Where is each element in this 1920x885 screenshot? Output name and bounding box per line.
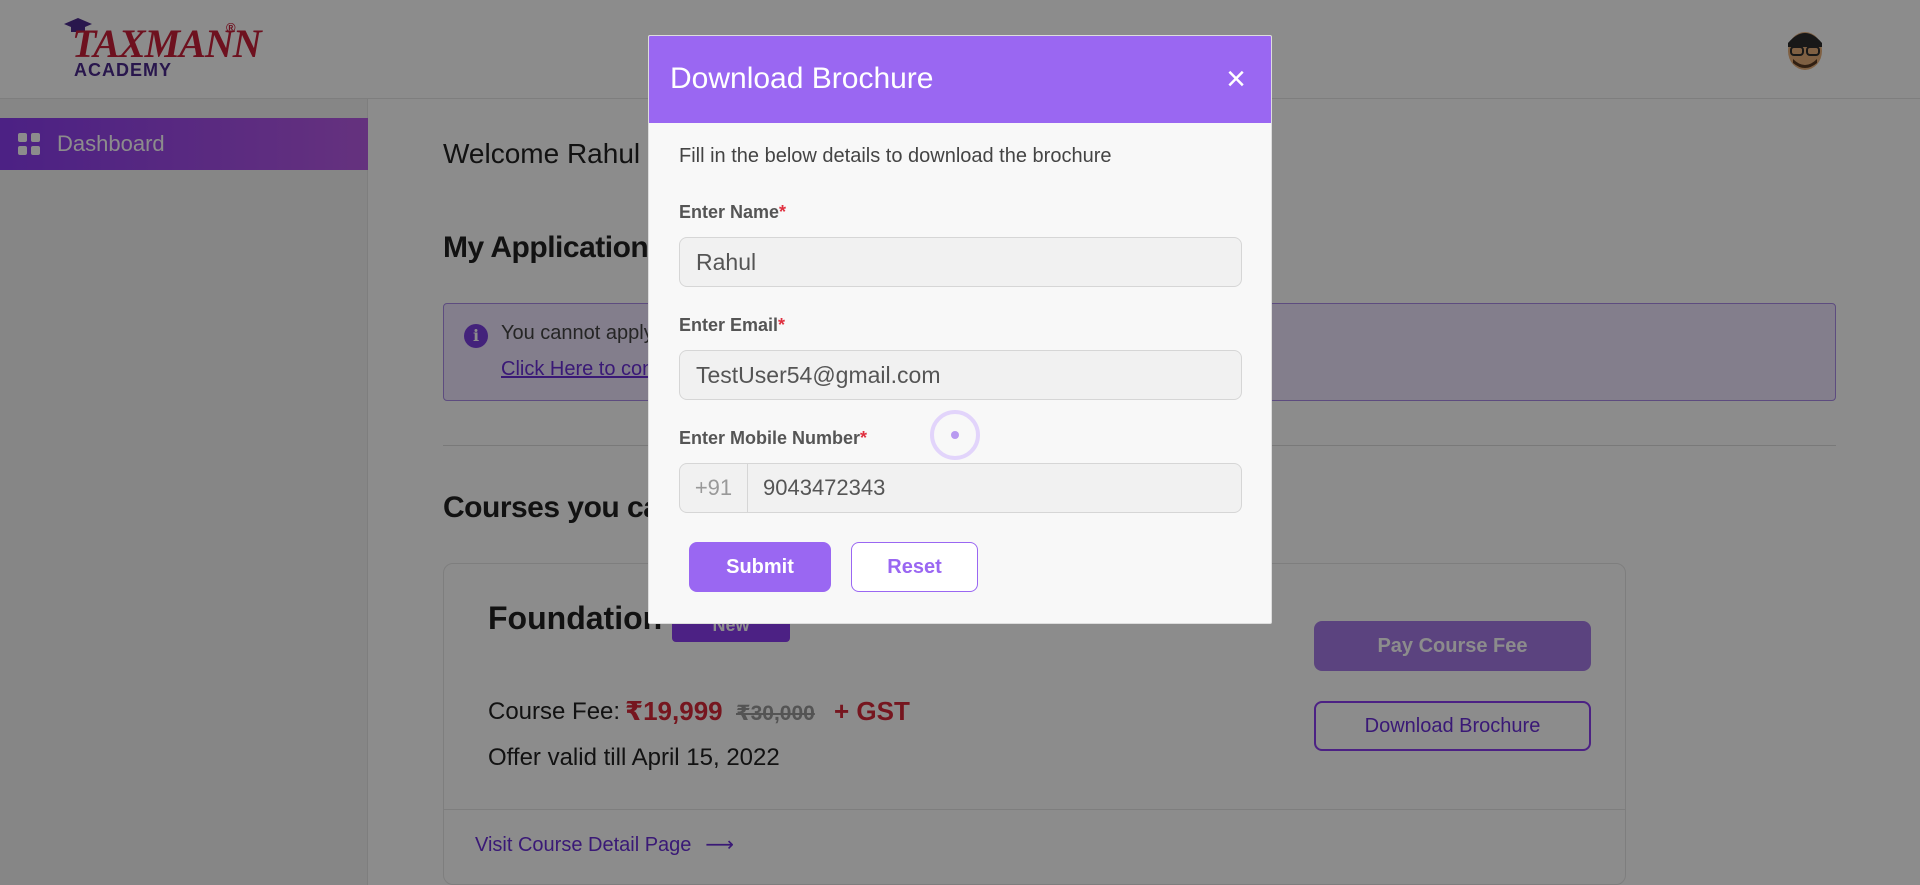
email-field[interactable]: TestUser54@gmail.com	[679, 350, 1242, 400]
mobile-field[interactable]: +91 9043472343	[679, 463, 1242, 513]
mobile-label-text: Enter Mobile Number	[679, 428, 861, 448]
download-brochure-modal: Download Brochure × Fill in the below de…	[648, 35, 1272, 624]
reset-button[interactable]: Reset	[851, 542, 978, 592]
name-field[interactable]: Rahul	[679, 237, 1242, 287]
email-label: Enter Email*	[679, 315, 785, 336]
required-marker: *	[860, 428, 868, 448]
name-label-text: Enter Name	[679, 202, 780, 222]
mobile-number-value: 9043472343	[763, 475, 886, 500]
name-label: Enter Name*	[679, 202, 786, 223]
country-code: +91	[680, 464, 748, 512]
submit-button[interactable]: Submit	[689, 542, 831, 592]
close-icon[interactable]: ×	[1217, 60, 1255, 98]
required-marker: *	[779, 202, 787, 222]
modal-intro-text: Fill in the below details to download th…	[679, 145, 1112, 167]
loading-spinner-icon	[930, 410, 980, 460]
modal-header: Download Brochure ×	[649, 36, 1271, 123]
required-marker: *	[778, 315, 786, 335]
mobile-label: Enter Mobile Number*	[679, 428, 867, 449]
modal-title: Download Brochure	[670, 62, 934, 95]
email-label-text: Enter Email	[679, 315, 779, 335]
